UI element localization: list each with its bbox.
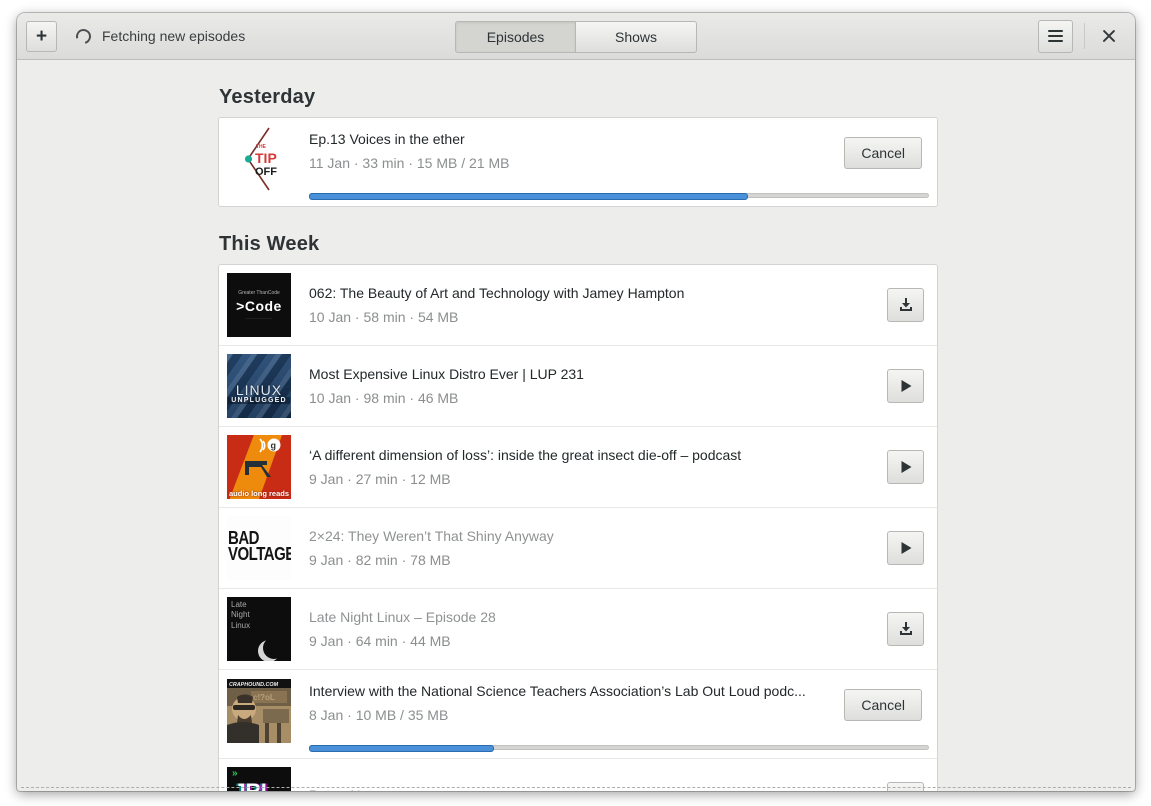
episode-title: Late Night Linux – Episode 28 [309, 609, 496, 625]
cancel-download-button[interactable]: Cancel [844, 689, 922, 721]
app-window: + Fetching new episodes Episodes Shows Y… [17, 13, 1135, 791]
headerbar-right [1038, 19, 1126, 53]
episode-info: Ep.13 Voices in the ether 11 Jan · 33 min… [309, 131, 826, 171]
svg-text:CRAPHOUND.COM: CRAPHOUND.COM [229, 682, 279, 688]
episode-metadata: 11 Jan · 33 min · 15 MB / 21 MB [309, 155, 510, 171]
hamburger-menu-button[interactable] [1038, 19, 1073, 53]
episode-action [887, 450, 924, 484]
podcast-cover-art: c!?oL CRAPHOUND.COM [227, 679, 291, 743]
podcast-cover-art: Greater ThanCode >Code ————————— [227, 273, 291, 337]
episode-title: 062: The Beauty of Art and Technology wi… [309, 285, 685, 301]
close-window-button[interactable] [1094, 21, 1124, 51]
hamburger-icon [1048, 29, 1063, 32]
episode-action [887, 288, 924, 322]
tab-episodes[interactable]: Episodes [455, 21, 576, 53]
view-switcher: Episodes Shows [455, 21, 697, 53]
episode-info: ‘A different dimension of loss’: inside … [309, 447, 869, 487]
play-episode-button[interactable] [887, 450, 924, 484]
episodes-column: Yesterday THE TIP OFF Ep.13 Voices in th… [218, 86, 938, 791]
headerbar: + Fetching new episodes Episodes Shows [17, 13, 1135, 60]
download-progress-fill [309, 745, 495, 752]
podcast-cover-art: Late Night Linux [227, 597, 291, 661]
download-icon [899, 298, 912, 311]
scroll-undershoot-indicator [21, 787, 1131, 788]
header-separator [1084, 23, 1085, 49]
episode-action [887, 531, 924, 565]
download-icon [899, 622, 912, 635]
episode-title: Most Expensive Linux Distro Ever | LUP 2… [309, 366, 584, 382]
episode-row[interactable]: g audio long reads ‘A different dimension… [219, 426, 937, 507]
podcast-cover-art: THE TIP OFF [227, 127, 291, 191]
episode-metadata: 8 Jan · 10 MB / 35 MB [309, 707, 449, 723]
episode-list-card: THE TIP OFF Ep.13 Voices in the ether 11 … [218, 117, 938, 207]
episode-info: Most Expensive Linux Distro Ever | LUP 2… [309, 366, 869, 406]
episode-metadata: 9 Jan · 27 min · 12 MB [309, 471, 451, 487]
download-progressbar [309, 745, 929, 752]
play-episode-button[interactable] [887, 531, 924, 565]
episode-row[interactable]: BAD VOLTAGE 2×24: They Weren’t That Shiny … [219, 507, 937, 588]
episode-metadata: 10 Jan · 58 min · 54 MB [309, 309, 459, 325]
craphound-artwork: c!?oL CRAPHOUND.COM [227, 679, 291, 743]
episode-row[interactable]: LINUX UNPLUGGED Most Expensive Linux Distr… [219, 345, 937, 426]
late-night-linux-artwork: Late Night Linux [227, 597, 291, 661]
episode-action [887, 369, 924, 403]
download-progress-fill [309, 193, 748, 200]
play-icon [901, 461, 911, 473]
episode-title: Ep.13 Voices in the ether [309, 131, 465, 147]
add-podcast-button[interactable]: + [26, 20, 57, 52]
episode-list-card: Greater ThanCode >Code ————————— 062: The … [218, 264, 938, 791]
podcast-cover-art: g audio long reads [227, 435, 291, 499]
svg-text:TIP: TIP [255, 150, 277, 166]
header-status-text: Fetching new episodes [102, 28, 246, 44]
play-episode-button[interactable] [887, 369, 924, 403]
svg-text:g: g [271, 441, 277, 451]
episode-metadata: 9 Jan · 64 min · 44 MB [309, 633, 451, 649]
episode-row[interactable]: c!?oL CRAPHOUND.COM Interview with the N… [219, 669, 937, 758]
podcast-cover-art: LINUX UNPLUGGED [227, 354, 291, 418]
episode-title: 2×24: They Weren’t That Shiny Anyway [309, 528, 554, 544]
episode-metadata: 10 Jan · 98 min · 46 MB [309, 390, 459, 406]
episode-metadata: 9 Jan · 82 min · 78 MB [309, 552, 451, 568]
svg-text:OFF: OFF [255, 166, 277, 178]
download-episode-button[interactable] [887, 288, 924, 322]
episode-info: 2×24: They Weren’t That Shiny Anyway 9 Ja… [309, 528, 869, 568]
audio-long-reads-artwork: g audio long reads [227, 435, 291, 499]
episode-info: 062: The Beauty of Art and Technology wi… [309, 285, 869, 325]
download-progressbar [309, 193, 929, 200]
tipoff-artwork: THE TIP OFF [244, 127, 277, 191]
episode-title: Interview with the National Science Teac… [309, 683, 806, 699]
tab-shows[interactable]: Shows [576, 21, 697, 53]
bad-voltage-artwork: BAD VOLTAGE [227, 516, 291, 580]
download-episode-button[interactable] [887, 612, 924, 646]
greater-than-code-artwork: Greater ThanCode >Code ————————— [227, 273, 291, 337]
episode-title: ‘A different dimension of loss’: inside … [309, 447, 742, 463]
play-icon [901, 380, 911, 392]
episode-row[interactable]: Greater ThanCode >Code ————————— 062: The … [219, 265, 937, 345]
section-title: This Week [219, 233, 320, 255]
episodes-scroll-area[interactable]: Yesterday THE TIP OFF Ep.13 Voices in th… [17, 60, 1135, 791]
section-title: Yesterday [219, 86, 316, 108]
episode-row[interactable]: Late Night Linux Late Night Linux – Episod… [219, 588, 937, 669]
episode-row[interactable]: THE TIP OFF Ep.13 Voices in the ether 11 … [219, 118, 937, 206]
loading-spinner-icon [73, 25, 94, 47]
play-icon [901, 542, 911, 554]
episode-action: Cancel [844, 137, 922, 169]
podcast-cover-art: BAD VOLTAGE [227, 516, 291, 580]
episode-action: Cancel [844, 689, 922, 721]
svg-text:c!?oL: c!?oL [253, 693, 275, 702]
episode-info: Late Night Linux – Episode 28 9 Jan · 64 … [309, 609, 869, 649]
cancel-download-button[interactable]: Cancel [844, 137, 922, 169]
episode-action [887, 612, 924, 646]
episode-info: Interview with the National Science Teac… [309, 683, 826, 723]
linux-unplugged-artwork: LINUX UNPLUGGED [227, 354, 291, 418]
